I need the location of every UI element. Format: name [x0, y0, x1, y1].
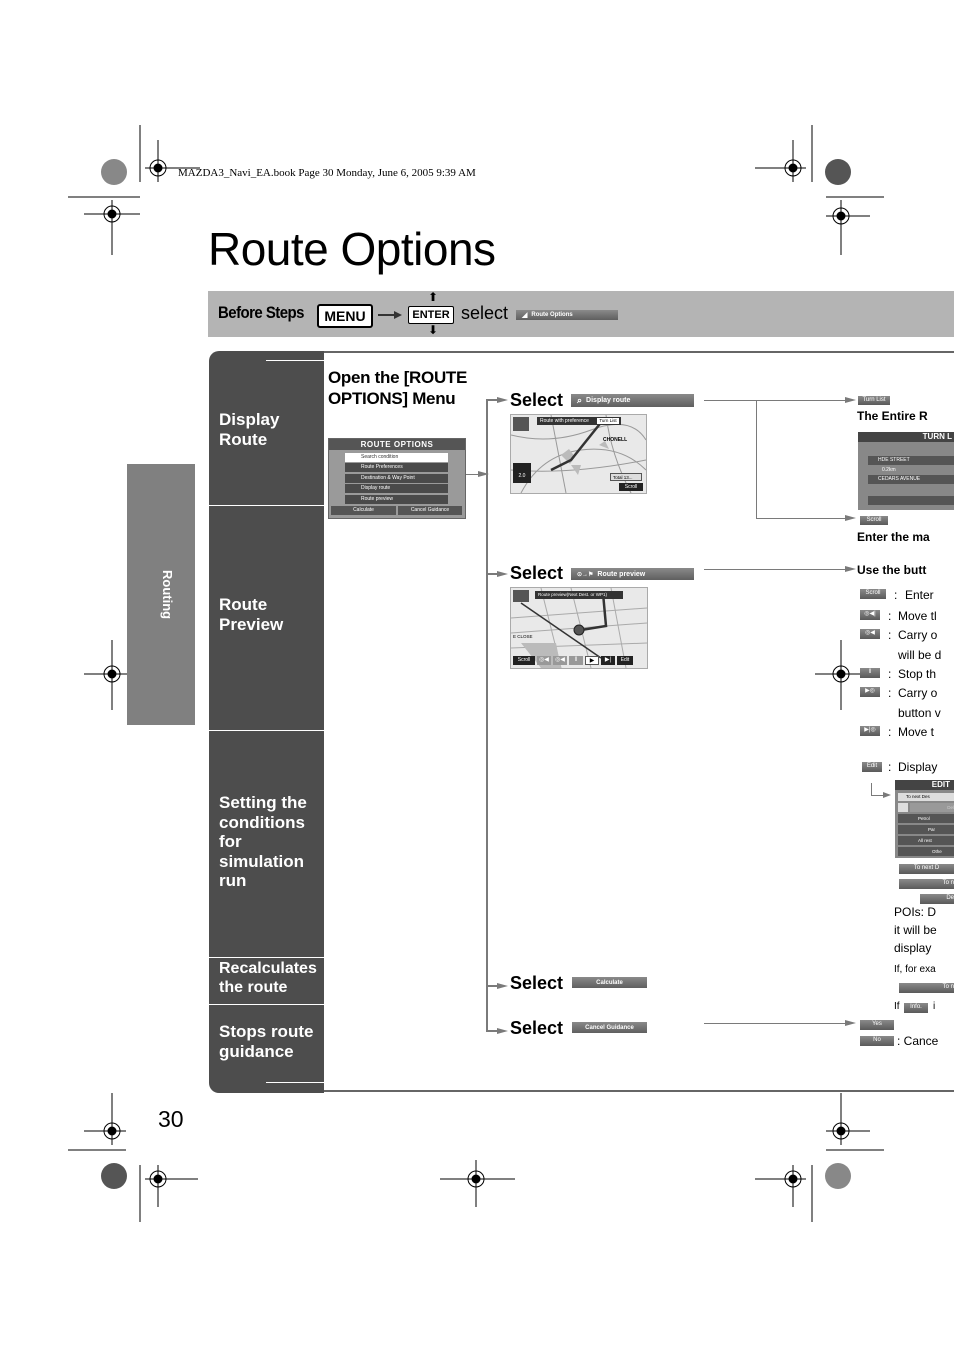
before-steps-label: Before Steps	[218, 303, 304, 322]
route-preview-icon: ⊙→⚑	[577, 571, 594, 578]
turn-list-button[interactable]: Turn List	[858, 396, 890, 405]
display-route-map: Route with preference Turn List CHONELL …	[510, 414, 647, 494]
preview-to-next-button[interactable]: ▶|	[601, 656, 615, 665]
route-preview-button[interactable]: ⊙→⚑ Route preview	[571, 568, 694, 580]
edit-description: Display	[898, 760, 938, 774]
turn-list-screen: TURN L HDE STREET 0.2km CEDARS AVENUE	[858, 432, 954, 510]
category-recalculate: Recalculates the route	[219, 960, 317, 996]
entire-route-text: The Entire R	[857, 409, 928, 423]
delete-button: De	[920, 894, 954, 904]
arrow-icon	[497, 571, 508, 577]
preview-to-start-button[interactable]: ◎◀	[537, 656, 551, 665]
menu-key: MENU	[317, 304, 373, 328]
print-header: MAZDA3_Navi_EA.book Page 30 Monday, June…	[178, 167, 476, 179]
arrow-icon	[883, 792, 891, 798]
page-number: 30	[158, 1106, 184, 1132]
category-display-route: Display Route	[219, 410, 280, 449]
use-buttons-text: Use the butt	[857, 563, 927, 577]
menu-calculate-button[interactable]: Calculate	[331, 506, 396, 515]
arrow-icon	[845, 566, 856, 572]
to-next-dest-button: To next D	[899, 864, 954, 874]
menu-item-destination-waypoint[interactable]: Destination & Way Point	[345, 474, 448, 483]
arrow-up-icon: ⬆	[428, 290, 439, 304]
arrow-icon	[497, 397, 508, 403]
map-total: Total 13...	[610, 473, 642, 481]
btn-to-next-legend: ▶|◎	[860, 726, 880, 736]
turn-distance: 0.2km	[882, 467, 896, 473]
preview-rewind-button[interactable]: ◎◀	[553, 656, 567, 665]
arrow-icon	[845, 1020, 856, 1026]
route-options-screen: ROUTE OPTIONS Search condition Route Pre…	[328, 438, 466, 519]
arrow-icon	[845, 397, 856, 403]
map-place-label: CHONELL	[603, 437, 628, 443]
side-tab-label: Routing	[160, 570, 175, 620]
route-options-screen-title: ROUTE OPTIONS	[329, 439, 465, 450]
menu-item-route-preview[interactable]: Route preview	[345, 495, 448, 504]
arrow-icon	[497, 1028, 508, 1034]
preview-play-button[interactable]: ▶	[585, 656, 599, 665]
route-preview-map: Route preview(Next Dest. or WP1) E CLOSE…	[510, 587, 648, 669]
btn-pause-legend: ‖	[860, 668, 880, 678]
if-example-text: If, for exa	[894, 964, 936, 975]
magnifier-icon: ⌕	[577, 395, 583, 405]
category-column: Display Route Route Preview Setting the …	[209, 351, 324, 1093]
category-route-preview: Route Preview	[219, 595, 284, 634]
edit-screen: EDIT To next Des Del Petrol Par All rest…	[895, 780, 954, 858]
menu-cancel-guidance-button[interactable]: Cancel Guidance	[398, 506, 462, 515]
turn-row: CEDARS AVENUE	[868, 475, 954, 484]
step-select-label: Select	[510, 973, 564, 993]
category-simulation-conditions: Setting the conditions for simulation ru…	[219, 793, 307, 890]
map-scale: 2.0	[513, 463, 531, 483]
cancel-guidance-button[interactable]: Cancel Guidance	[572, 1022, 647, 1033]
map-scroll-button[interactable]: Scroll	[619, 483, 643, 491]
route-prefs-icon: ◢	[522, 312, 528, 319]
arrow-icon	[845, 515, 856, 521]
menu-item-route-preferences[interactable]: Route Preferences	[345, 463, 448, 472]
no-button[interactable]: No	[860, 1036, 894, 1046]
preview-scroll-button[interactable]: Scroll	[513, 656, 535, 665]
map-header: Route preview(Next Dest. or WP1)	[535, 591, 623, 599]
step-select-label: Select	[510, 563, 564, 583]
preview-pause-button[interactable]: ‖	[569, 656, 583, 665]
turn-list-button[interactable]: Turn List	[597, 418, 619, 424]
select-word: select	[461, 303, 509, 323]
yes-button[interactable]: Yes	[860, 1020, 894, 1030]
menu-item-display-route[interactable]: Display route	[345, 484, 448, 493]
north-icon	[513, 590, 529, 602]
enter-key: ENTER	[408, 306, 454, 324]
display-route-button[interactable]: ⌕ Display route	[571, 394, 694, 407]
preview-edit-button[interactable]: Edit	[617, 656, 633, 665]
route-options-button: ◢ Route Options	[516, 310, 618, 320]
arrow-icon	[497, 983, 508, 989]
page-title: Route Options	[208, 223, 496, 275]
trunk-line	[486, 399, 488, 1032]
to-next-button: To n	[899, 879, 954, 889]
turn-list-title: TURN L	[858, 432, 954, 442]
open-menu-heading: Open the [ROUTE OPTIONS] Menu	[328, 368, 468, 408]
arrow-right-head-icon	[394, 311, 402, 319]
edit-screen-title: EDIT	[895, 780, 954, 790]
info-button: Info.	[904, 1003, 928, 1013]
edit-button[interactable]: Edit	[862, 762, 882, 772]
btn-play-legend: ▶◎	[860, 687, 880, 697]
btn-to-start-legend: ◎◀|	[860, 610, 880, 620]
btn-rewind-legend: ◎◀	[860, 629, 880, 639]
step-select-label: Select	[510, 390, 564, 410]
right-column: Turn List The Entire R TURN L HDE STREET…	[857, 396, 954, 1048]
cancel-text: : Cance	[897, 1034, 939, 1048]
category-stop-guidance: Stops route guidance	[219, 1022, 314, 1061]
turn-row: HDE STREET	[868, 456, 954, 465]
arrow-down-icon: ⬇	[428, 323, 439, 337]
menu-item-search-condition[interactable]: Search condition	[345, 453, 448, 462]
step-select-label: Select	[510, 1018, 564, 1038]
btn-scroll-legend: Scroll	[860, 589, 886, 599]
to-next-button: To n	[899, 983, 954, 993]
scroll-button[interactable]: Scroll	[860, 516, 888, 525]
north-icon	[513, 417, 529, 431]
preview-controls: Scroll ◎◀ ◎◀ ‖ ▶ ▶| Edit	[513, 656, 633, 665]
calculate-button[interactable]: Calculate	[572, 977, 647, 988]
enter-map-text: Enter the ma	[857, 530, 930, 544]
map-street-label: E CLOSE	[513, 634, 533, 639]
